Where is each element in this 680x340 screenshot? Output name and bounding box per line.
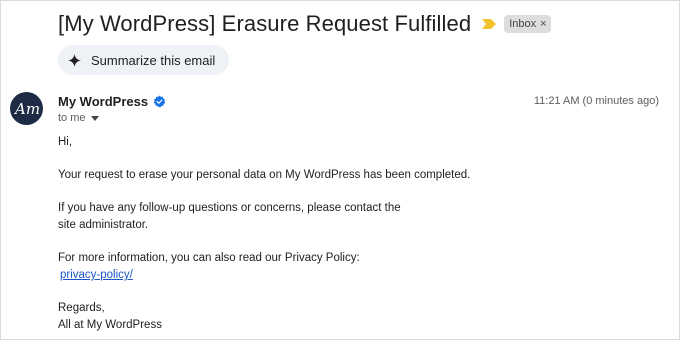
sparkle-icon	[68, 53, 81, 67]
body-line-1: Your request to erase your personal data…	[58, 169, 471, 181]
greeting: Hi,	[58, 136, 73, 148]
verified-badge-icon	[153, 95, 166, 108]
closing-2: All at My WordPress	[58, 319, 162, 331]
body-line-2b: site administrator.	[58, 219, 149, 231]
svg-text:Am: Am	[14, 100, 40, 118]
sender-name[interactable]: My WordPress	[58, 94, 148, 109]
timestamp: 11:21 AM (0 minutes ago)	[533, 95, 659, 107]
recipient-toggle[interactable]: to me	[58, 112, 99, 124]
email-body: Hi, Your request to erase your personal …	[58, 134, 470, 334]
closing-1: Regards,	[58, 302, 105, 314]
body-line-2a: If you have any follow-up questions or c…	[58, 202, 401, 214]
remove-label-button[interactable]: ×	[540, 18, 546, 30]
inbox-label-chip: Inbox ×	[504, 15, 551, 33]
inbox-label-text: Inbox	[509, 18, 537, 30]
subject-row: [My WordPress] Erasure Request Fulfilled…	[58, 11, 551, 37]
email-subject: [My WordPress] Erasure Request Fulfilled	[58, 11, 472, 36]
importance-marker-icon[interactable]	[482, 19, 497, 29]
summarize-button[interactable]: Summarize this email	[58, 45, 230, 75]
summarize-label: Summarize this email	[91, 52, 216, 68]
am-logo-icon: Am	[14, 100, 40, 118]
privacy-policy-link[interactable]: privacy-policy/	[60, 267, 133, 284]
avatar[interactable]: Am	[10, 92, 43, 125]
recipient-text: to me	[58, 112, 86, 124]
sender-row: My WordPress	[58, 94, 166, 109]
caret-down-icon	[90, 115, 99, 121]
body-line-3: For more information, you can also read …	[58, 252, 360, 264]
email-view: [My WordPress] Erasure Request Fulfilled…	[0, 0, 680, 340]
